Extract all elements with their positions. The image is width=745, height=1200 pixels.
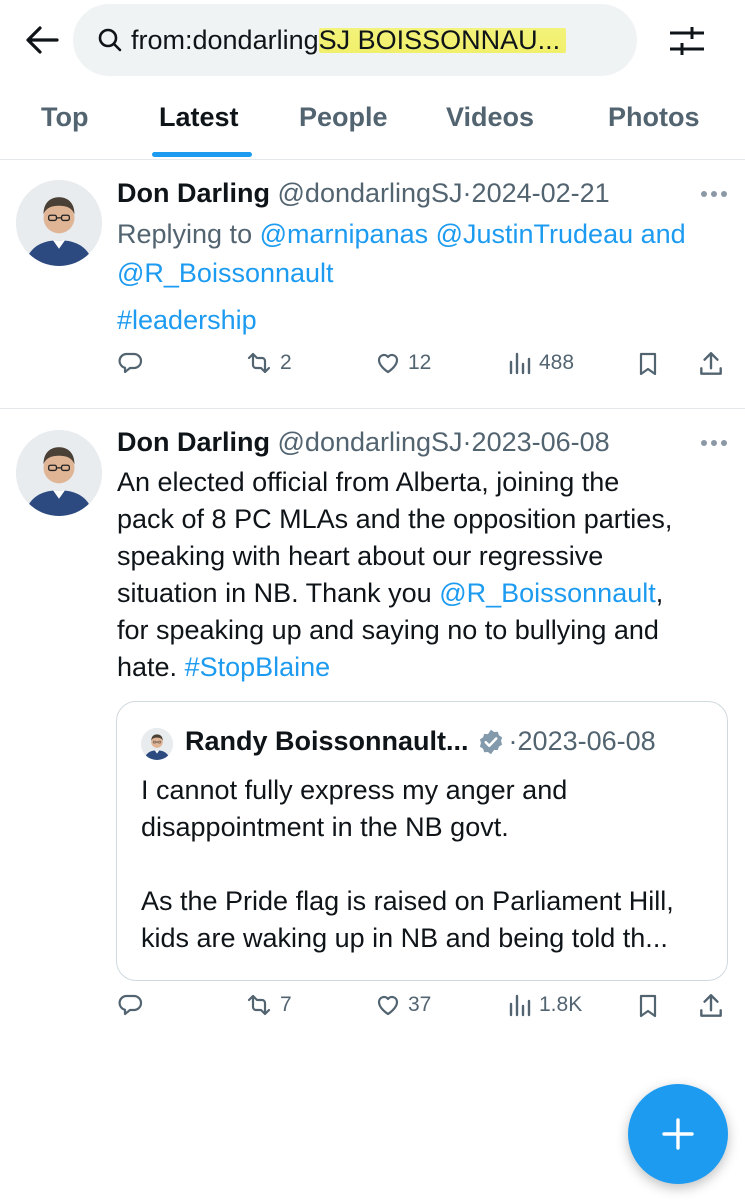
share-icon [700,352,722,375]
header: from:dondarling SJ BOISSONNAU... Top Late… [0,0,745,160]
search-filters-button[interactable] [664,20,710,62]
tab-top[interactable]: Top [41,102,88,133]
more-icon [701,191,727,197]
separator: · [462,427,472,457]
bookmark-button[interactable] [636,992,666,1020]
sliders-icon [670,27,704,55]
avatar[interactable] [16,430,102,516]
replying-to: Replying to @marnipanas @JustinTrudeau a… [117,216,686,253]
tweet-text-line: speaking with heart about our regressive [117,541,604,571]
active-tab-indicator [152,152,252,157]
like-icon [377,353,399,374]
share-icon [700,994,722,1017]
reply-button[interactable] [118,350,152,376]
like-button[interactable]: 12 [374,350,431,376]
like-button[interactable]: 37 [374,992,431,1018]
more-options-button[interactable] [694,433,734,453]
author-name[interactable]: Don Darling [117,427,270,457]
separator: · [462,178,472,208]
reply-icon [118,352,143,374]
share-button[interactable] [698,350,730,378]
tweet-text-fragment: hate. [117,652,178,682]
retweet-icon [247,994,271,1016]
separator: · [508,726,518,756]
author-handle[interactable]: @dondarlingSJ [278,178,463,208]
share-button[interactable] [698,992,730,1020]
tweet-text-line: pack of 8 PC MLAs and the opposition par… [117,504,673,534]
bookmark-icon [639,352,657,376]
more-icon [701,440,727,446]
like-count: 37 [408,993,432,1016]
search-results-screen: from:dondarling SJ BOISSONNAU... Top Late… [0,0,745,1200]
replying-to-continued: @R_Boissonnault [117,255,334,292]
retweet-count: 2 [280,351,292,374]
bookmark-button[interactable] [636,350,666,378]
tab-photos[interactable]: Photos [608,102,700,133]
view-count: 1.8K [539,993,583,1016]
retweet-button[interactable]: 2 [244,350,292,376]
reply-button[interactable] [118,992,152,1018]
tab-people[interactable]: People [299,102,388,133]
retweet-icon [247,352,271,374]
views-button[interactable]: 488 [507,350,574,376]
search-query-prefix: from:dondarling [131,24,319,55]
search-input[interactable]: from:dondarling SJ BOISSONNAU... [73,4,637,76]
quoted-tweet[interactable]: Randy Boissonnault... · 2023-06-08 I can… [116,701,728,981]
tweet-text-line: An elected official from Alberta, joinin… [117,467,620,497]
like-icon [377,995,399,1016]
tweet-date[interactable]: 2024-02-21 [472,178,610,208]
quoted-tweet-header: Randy Boissonnault... · 2023-06-08 [185,726,656,757]
tweet-header: Don Darling @dondarlingSJ·2023-06-08 [117,427,610,458]
quoted-tweet-date: 2023-06-08 [517,726,656,756]
replying-label: Replying to [117,219,253,249]
search-icon [98,28,122,52]
retweet-count: 7 [280,993,292,1016]
search-tabs: Top Latest People Videos Photos [0,90,745,160]
more-options-button[interactable] [694,184,734,204]
reply-mention[interactable]: @R_Boissonnault [117,258,334,288]
tweet-date[interactable]: 2023-06-08 [472,427,610,457]
views-button[interactable]: 1.8K [507,992,582,1018]
punctuation: , [655,578,664,608]
tweet-actions: 2 12 488 [0,350,745,390]
tweet-text-line: for speaking up and saying no to bullyin… [117,615,659,645]
tweet-header: Don Darling @dondarlingSJ·2024-02-21 [117,178,610,209]
tweet[interactable]: Don Darling @dondarlingSJ·2024-02-21 Rep… [0,160,745,409]
compose-button[interactable] [628,1084,728,1184]
plus-icon [662,1118,694,1150]
like-count: 12 [408,351,432,374]
reply-mentions[interactable]: @marnipanas @JustinTrudeau and [260,219,686,249]
retweet-button[interactable]: 7 [244,992,292,1018]
search-query-highlight: SJ BOISSONNAU... [318,24,567,56]
reply-icon [118,994,143,1016]
tweet-actions: 7 37 1.8K [0,992,745,1032]
quoted-text-line: I cannot fully express my anger and [141,775,568,805]
hashtag-link[interactable]: #leadership [117,305,257,335]
mention-link[interactable]: @R_Boissonnault [439,578,656,608]
bookmark-icon [639,994,657,1018]
tweet-text: #leadership [117,302,257,339]
quoted-text-line: As the Pride flag is raised on Parliamen… [141,886,674,916]
avatar[interactable] [16,180,102,266]
back-button[interactable] [20,20,64,60]
tweet[interactable]: Don Darling @dondarlingSJ·2023-06-08 An … [0,409,745,1059]
back-arrow-icon [26,26,59,54]
hashtag-link[interactable]: #StopBlaine [185,652,331,682]
author-handle[interactable]: @dondarlingSJ [278,427,463,457]
view-count: 488 [539,351,575,374]
views-icon [509,352,531,375]
tweet-text-fragment: situation in NB. Thank you [117,578,432,608]
tab-latest[interactable]: Latest [159,102,239,133]
quoted-text-line: kids are waking up in NB and being told … [141,923,668,953]
author-name[interactable]: Don Darling [117,178,270,208]
verified-icon [479,729,502,754]
tweet-text-line: hate. #StopBlaine [117,649,330,686]
quoted-author-name: Randy Boissonnault... [185,726,469,756]
views-icon [509,994,531,1017]
quoted-avatar [141,728,173,760]
tab-videos[interactable]: Videos [446,102,534,133]
search-query: from:dondarling SJ BOISSONNAU... [131,24,567,56]
tweet-text-line: situation in NB. Thank you @R_Boissonnau… [117,575,663,612]
quoted-text-line: disappointment in the NB govt. [141,812,509,842]
